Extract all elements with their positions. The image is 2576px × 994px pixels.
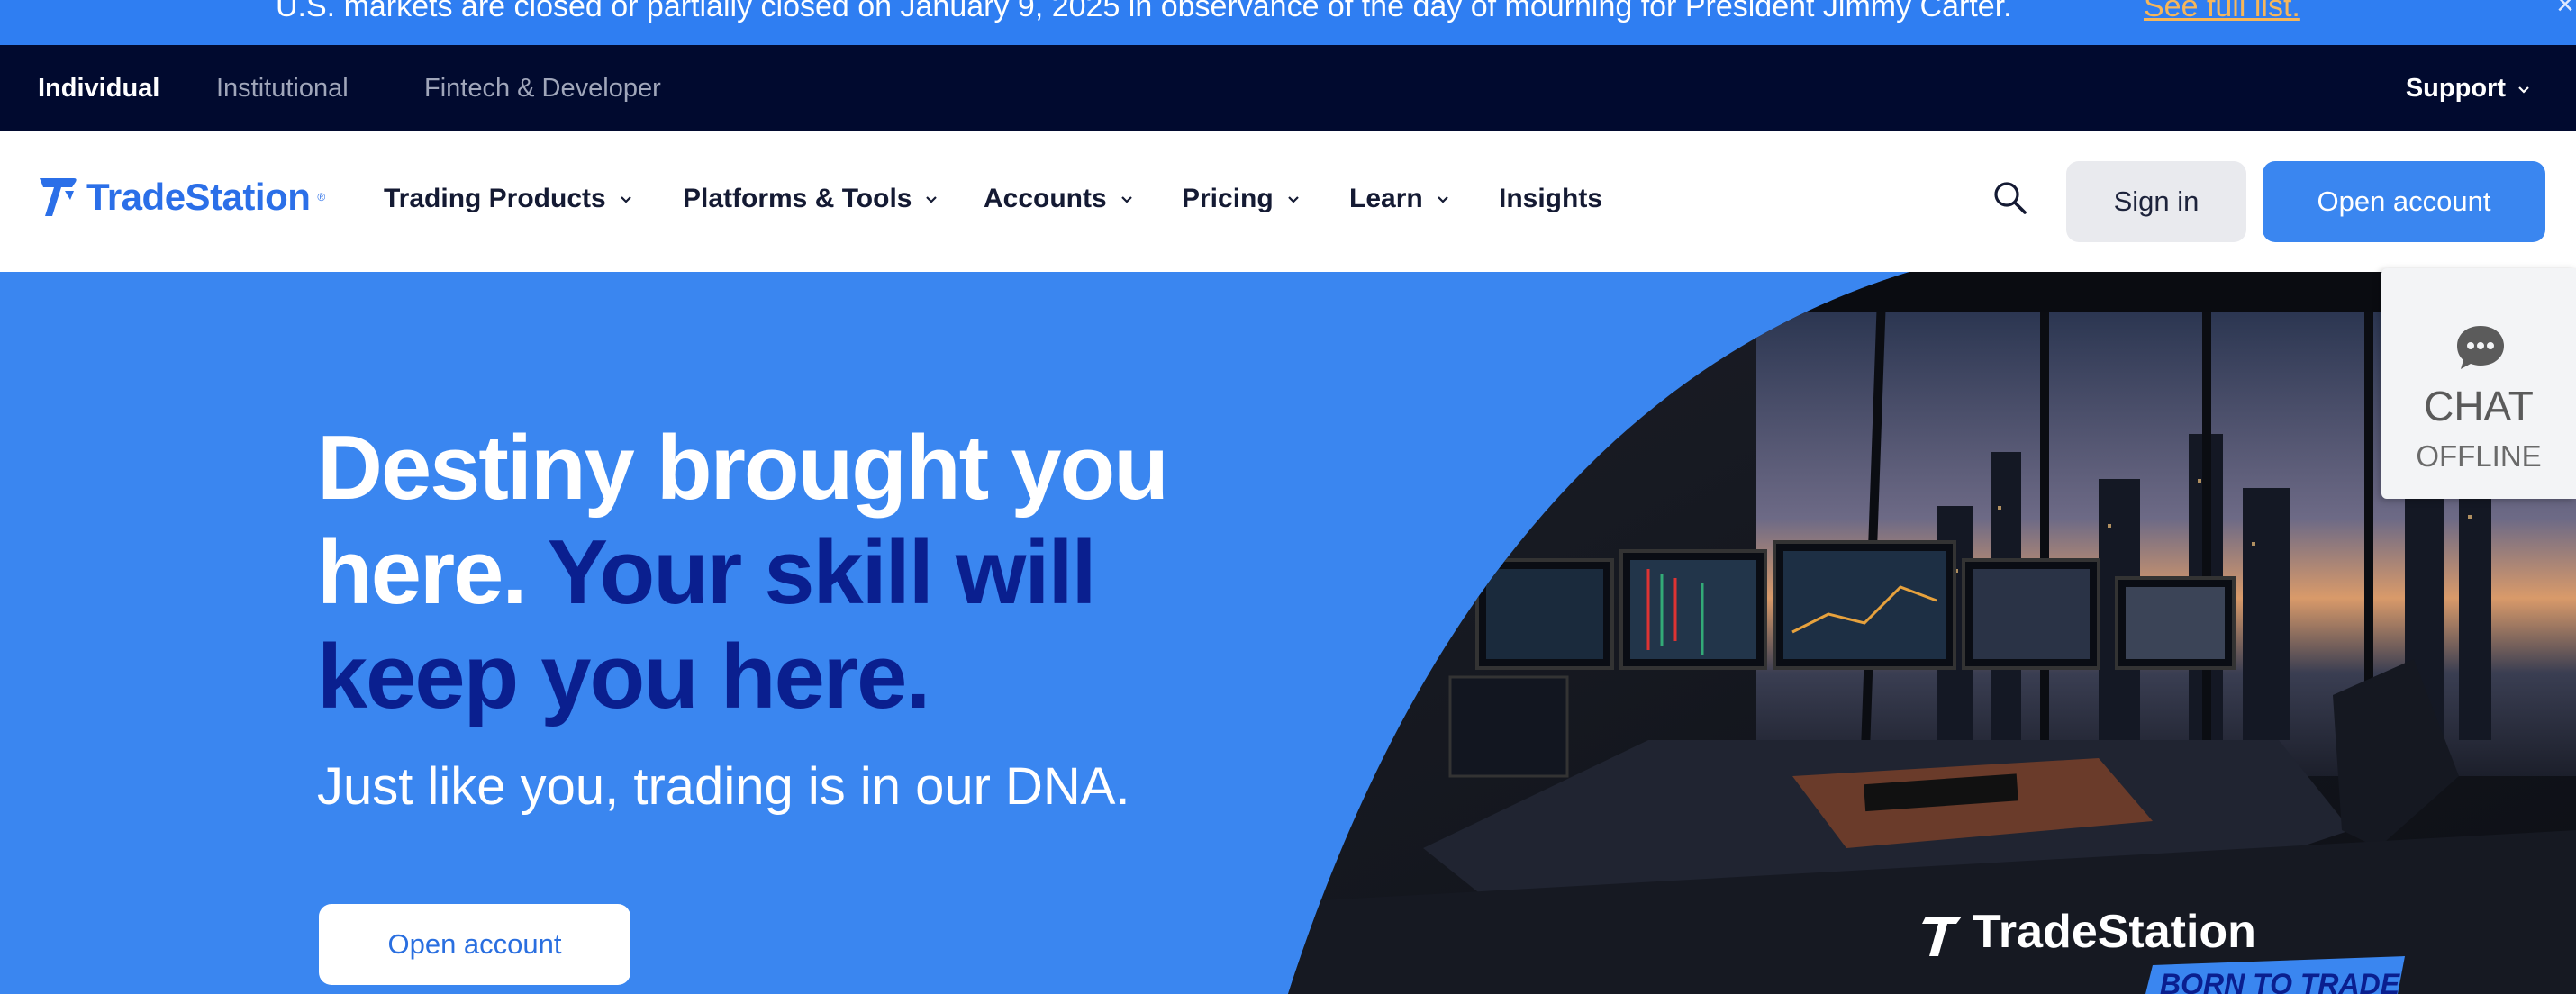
nav-accounts[interactable]: Accounts: [984, 184, 1134, 214]
tradestation-logo[interactable]: TradeStation ®: [38, 175, 325, 220]
nav-label: Trading Products: [384, 184, 606, 213]
nav-trading-products[interactable]: Trading Products: [384, 184, 633, 214]
nav-platforms-tools[interactable]: Platforms & Tools: [683, 184, 939, 214]
open-account-button[interactable]: Open account: [2263, 161, 2545, 242]
close-icon[interactable]: ×: [2556, 0, 2574, 23]
support-label: Support: [2405, 74, 2506, 103]
chat-status: OFFLINE: [2416, 439, 2542, 473]
see-full-list-link[interactable]: See full list.: [2144, 0, 2300, 24]
main-nav: TradeStation ® Trading Products Platform…: [0, 131, 2576, 272]
segment-institutional[interactable]: Institutional: [216, 74, 349, 104]
chevron-down-icon: [1287, 196, 1299, 203]
announcement-text: U.S. markets are closed or partially clo…: [276, 0, 2012, 23]
chat-bubble-icon: [2457, 326, 2504, 369]
chevron-down-icon: [620, 196, 631, 203]
nav-label: Insights: [1499, 184, 1603, 213]
sign-in-button[interactable]: Sign in: [2066, 161, 2246, 242]
hero-headline: Destiny brought you here. Your skill wil…: [317, 416, 1218, 729]
support-menu[interactable]: Support: [2406, 74, 2531, 104]
chat-widget[interactable]: CHAT OFFLINE: [2381, 268, 2576, 499]
hero-subline: Just like you, trading is in our DNA.: [317, 757, 1130, 816]
image-tagline: BORN TO TRADE: [2160, 968, 2401, 994]
announcement-bar: U.S. markets are closed or partially clo…: [0, 0, 2576, 45]
image-logo-text: TradeStation: [1973, 906, 2256, 958]
logo-text: TradeStation: [86, 176, 311, 218]
chevron-down-icon: [1120, 196, 1132, 203]
segment-bar: Individual Institutional Fintech & Devel…: [0, 45, 2576, 131]
nav-pricing[interactable]: Pricing: [1182, 184, 1301, 214]
segment-fintech-developer[interactable]: Fintech & Developer: [424, 74, 661, 104]
segment-individual[interactable]: Individual: [38, 74, 159, 104]
nav-label: Learn: [1349, 184, 1423, 213]
nav-learn[interactable]: Learn: [1349, 184, 1450, 214]
chat-title: CHAT: [2424, 383, 2534, 429]
registered-mark: ®: [317, 191, 326, 203]
chevron-down-icon: [2518, 86, 2529, 94]
nav-label: Accounts: [984, 184, 1107, 213]
hero-section: Destiny brought you here. Your skill wil…: [0, 272, 2576, 994]
nav-insights[interactable]: Insights: [1499, 184, 1602, 214]
search-icon[interactable]: [1991, 178, 2030, 218]
tradestation-logo-icon: [40, 178, 77, 216]
nav-label: Platforms & Tools: [683, 184, 912, 213]
chevron-down-icon: [926, 196, 938, 203]
hero-open-account-button[interactable]: Open account: [319, 904, 630, 985]
nav-label: Pricing: [1182, 184, 1274, 213]
chevron-down-icon: [1437, 196, 1448, 203]
